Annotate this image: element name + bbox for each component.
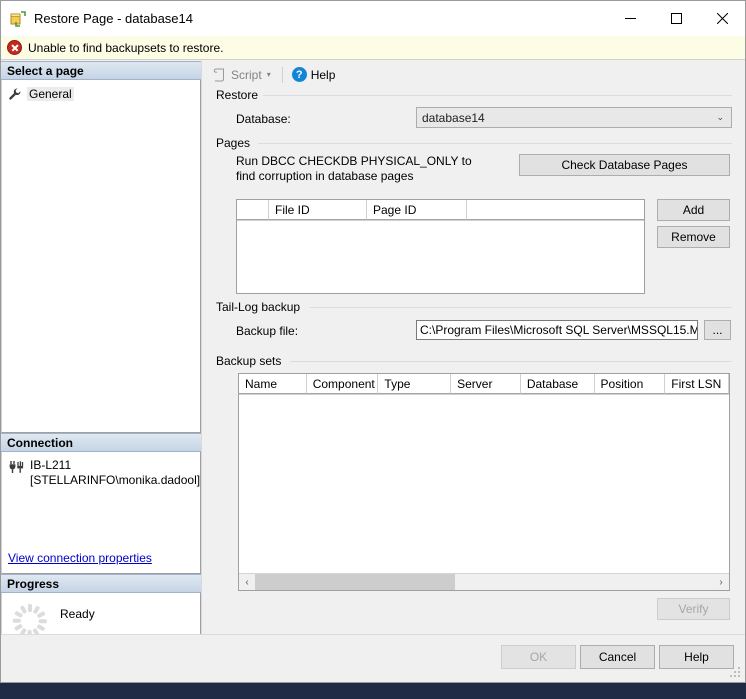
connection-info: IB-L211 [STELLARINFO\monika.dadool] xyxy=(8,458,200,488)
connection-body: IB-L211 [STELLARINFO\monika.dadool] View… xyxy=(1,452,201,574)
pages-group-title: Pages xyxy=(216,137,256,150)
pages-col-select[interactable] xyxy=(237,200,269,220)
view-connection-properties-link[interactable]: View connection properties xyxy=(8,551,152,565)
cancel-button[interactable]: Cancel xyxy=(580,645,655,669)
connection-header: Connection xyxy=(1,433,201,452)
database-value: database14 xyxy=(422,110,485,125)
ok-button[interactable]: OK xyxy=(501,645,576,669)
verify-button[interactable]: Verify xyxy=(657,598,730,620)
add-button[interactable]: Add xyxy=(657,199,730,221)
progress-status: Ready xyxy=(60,607,95,621)
browse-button[interactable]: ... xyxy=(704,320,731,340)
pages-description: Run DBCC CHECKDB PHYSICAL_ONLY to find c… xyxy=(236,154,472,183)
maximize-button[interactable] xyxy=(653,1,699,36)
script-button[interactable]: Script ▾ xyxy=(208,65,277,85)
restore-page-dialog: Restore Page - database14 Unable to find… xyxy=(0,0,746,683)
tail-log-group: Tail-Log backup Backup file: C:\Program … xyxy=(216,301,732,351)
pages-group-line xyxy=(258,143,732,144)
sidebar-item-general[interactable]: General xyxy=(8,85,200,102)
help-button[interactable]: Help xyxy=(659,645,734,669)
pages-grid[interactable]: File ID Page ID xyxy=(236,199,645,294)
backupsets-col-first-lsn[interactable]: First LSN xyxy=(665,374,729,394)
error-bar: Unable to find backupsets to restore. xyxy=(1,36,745,60)
error-message: Unable to find backupsets to restore. xyxy=(28,40,224,55)
backup-sets-hscrollbar[interactable]: ‹ › xyxy=(239,573,729,590)
check-database-pages-button[interactable]: Check Database Pages xyxy=(519,154,730,176)
connection-user: [STELLARINFO\monika.dadool] xyxy=(30,473,201,487)
close-button[interactable] xyxy=(699,1,745,36)
backup-file-input[interactable]: C:\Program Files\Microsoft SQL Server\MS… xyxy=(416,320,698,340)
backup-sets-group-line xyxy=(290,361,732,362)
help-toolbar-button[interactable]: ? Help xyxy=(288,65,340,85)
database-select[interactable]: database14 ⌄ xyxy=(416,107,732,128)
remove-button[interactable]: Remove xyxy=(657,226,730,248)
restore-group: Restore Database: database14 ⌄ xyxy=(216,89,732,135)
window-title: Restore Page - database14 xyxy=(34,11,193,26)
pages-col-page-id[interactable]: Page ID xyxy=(367,200,467,220)
tail-log-group-line xyxy=(310,307,732,308)
wrench-icon xyxy=(8,87,22,101)
dialog-footer: OK Cancel Help xyxy=(1,634,745,682)
content-toolbar: Script ▾ ? Help xyxy=(202,63,745,86)
tail-log-group-title: Tail-Log backup xyxy=(216,301,306,314)
backupsets-col-server[interactable]: Server xyxy=(451,374,521,394)
progress-header: Progress xyxy=(1,574,201,593)
hscroll-thumb[interactable] xyxy=(255,574,455,590)
backup-sets-group: Backup sets Name Component Type Server D… xyxy=(216,355,732,620)
taskbar xyxy=(0,683,746,699)
script-label: Script xyxy=(231,67,262,82)
connection-text: IB-L211 [STELLARINFO\monika.dadool] xyxy=(30,458,200,488)
backup-sets-grid-header: Name Component Type Server Database Posi… xyxy=(239,374,729,395)
backupsets-col-database[interactable]: Database xyxy=(520,374,595,394)
connection-icon xyxy=(8,459,24,475)
backupsets-col-component[interactable]: Component xyxy=(306,374,379,394)
sidebar-item-label: General xyxy=(27,86,74,101)
scroll-right-icon[interactable]: › xyxy=(713,574,729,590)
pages-group: Pages Run DBCC CHECKDB PHYSICAL_ONLY to … xyxy=(216,137,732,297)
left-pane: Select a page General Connection IB-L211… xyxy=(1,61,201,666)
window-controls xyxy=(607,1,745,36)
hscroll-track[interactable] xyxy=(255,574,713,590)
scroll-left-icon[interactable]: ‹ xyxy=(239,574,255,590)
connection-server: IB-L211 xyxy=(30,458,72,472)
restore-group-title: Restore xyxy=(216,89,264,102)
select-page-body: General xyxy=(1,80,201,433)
backup-sets-grid[interactable]: Name Component Type Server Database Posi… xyxy=(238,373,730,591)
pages-col-file-id[interactable]: File ID xyxy=(269,200,367,220)
database-label: Database: xyxy=(236,112,291,126)
toolbar-separator xyxy=(281,66,283,83)
help-label: Help xyxy=(310,67,336,82)
resize-grip-icon[interactable] xyxy=(730,667,742,679)
minimize-button[interactable] xyxy=(607,1,653,36)
page-list: General xyxy=(2,80,200,102)
script-icon xyxy=(212,67,227,82)
backupsets-col-name[interactable]: Name xyxy=(239,374,307,394)
error-icon xyxy=(7,40,22,55)
backup-file-label: Backup file: xyxy=(236,324,299,338)
title-bar: Restore Page - database14 xyxy=(1,1,745,36)
pages-grid-header: File ID Page ID xyxy=(237,200,644,221)
backupsets-col-type[interactable]: Type xyxy=(378,374,452,394)
restore-page-icon xyxy=(10,10,26,27)
help-icon: ? xyxy=(291,67,307,82)
restore-group-line xyxy=(262,95,732,96)
select-page-header: Select a page xyxy=(1,61,201,80)
backup-sets-group-title: Backup sets xyxy=(216,355,287,368)
chevron-down-icon: ⌄ xyxy=(716,112,724,122)
right-pane: Script ▾ ? Help Restore Database: databa… xyxy=(201,61,745,636)
backupsets-col-position[interactable]: Position xyxy=(594,374,666,394)
chevron-down-icon[interactable]: ▾ xyxy=(267,70,271,79)
pages-col-spacer xyxy=(467,200,644,220)
